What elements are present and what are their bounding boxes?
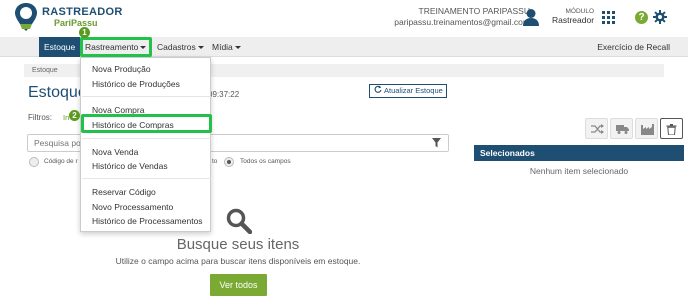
- nav-item-label: Mídia: [212, 42, 233, 52]
- highlight-rastreamento: [80, 37, 152, 57]
- menu-item-nova-producao[interactable]: Nova Produção: [81, 62, 212, 76]
- radio-label: to: [212, 158, 218, 165]
- brand-subtitle: PariPassu: [54, 18, 98, 28]
- step-badge-2: 2: [69, 110, 80, 121]
- shuffle-icon: [591, 124, 604, 134]
- empty-state-title: Busque seus itens: [176, 236, 300, 253]
- nav-item-label: Estoque: [44, 42, 76, 52]
- selected-empty-text: Nenhum item selecionado: [529, 166, 629, 176]
- filters-label: Filtros:: [28, 113, 52, 122]
- rastreamento-dropdown: Nova Produção Histórico de Produções Nov…: [80, 57, 211, 232]
- help-icon[interactable]: ?: [635, 11, 648, 24]
- menu-item-historico-producoes[interactable]: Histórico de Produções: [81, 77, 212, 91]
- user-name: TREINAMENTO PARIPASSU: [418, 6, 530, 16]
- module-value: Rastreador: [552, 15, 595, 25]
- transfer-button[interactable]: [585, 118, 608, 139]
- factory-icon: [641, 124, 654, 135]
- nav-item-recall[interactable]: Exercício de Recall: [597, 37, 670, 57]
- gear-icon[interactable]: [653, 10, 667, 24]
- nav-item-label: Cadastros: [157, 42, 196, 52]
- process-button[interactable]: [635, 118, 658, 139]
- caret-down-icon: [234, 46, 241, 50]
- refresh-icon: [374, 85, 382, 93]
- truck-icon: [616, 125, 629, 134]
- trash-icon: [666, 124, 677, 135]
- radio-product-code[interactable]: [29, 157, 39, 167]
- brand-name: RASTREADOR: [42, 6, 123, 18]
- ship-button[interactable]: [610, 118, 633, 139]
- user-info[interactable]: TREINAMENTO PARIPASSU paripassu.treiname…: [394, 6, 530, 28]
- page-title: Estoque: [28, 84, 87, 101]
- location-pin-icon: [15, 3, 37, 31]
- menu-divider: [82, 96, 211, 97]
- view-all-button[interactable]: Ver todos: [210, 274, 267, 296]
- menu-item-novo-processamento[interactable]: Novo Processamento: [81, 200, 212, 214]
- update-time: 09:37:22: [208, 90, 240, 99]
- caret-down-icon: [197, 46, 204, 50]
- menu-divider: [82, 138, 211, 139]
- radio-label: Todos os campos: [240, 158, 291, 165]
- app-header: RASTREADOR PariPassu TREINAMENTO PARIPAS…: [0, 0, 688, 37]
- module-selector[interactable]: MÓDULO Rastreador: [552, 7, 594, 25]
- menu-item-nova-venda[interactable]: Nova Venda: [81, 145, 212, 159]
- user-email: paripassu.treinamentos@gmail.com: [394, 17, 530, 27]
- user-icon[interactable]: [522, 8, 540, 26]
- delete-button[interactable]: [660, 118, 683, 139]
- nav-item-cadastros[interactable]: Cadastros: [152, 37, 209, 57]
- menu-item-historico-processamentos[interactable]: Histórico de Processamentos: [81, 214, 212, 228]
- menu-divider: [82, 178, 211, 179]
- selected-panel-header: Selecionados: [474, 145, 684, 161]
- nav-item-estoque[interactable]: Estoque: [39, 37, 81, 57]
- highlight-historico-compras: [81, 114, 212, 133]
- empty-state-description: Utilize o campo acima para buscar itens …: [115, 256, 361, 266]
- apps-grid-icon[interactable]: [602, 11, 615, 24]
- nav-item-midia[interactable]: Mídia: [207, 37, 246, 57]
- step-badge-1: 1: [79, 27, 90, 38]
- search-icon: [226, 208, 252, 234]
- radio-label: Código de r: [44, 158, 78, 165]
- radio-all-fields[interactable]: [224, 157, 234, 167]
- menu-item-reservar-codigo[interactable]: Reservar Código: [81, 185, 212, 199]
- filter-icon[interactable]: [432, 138, 441, 148]
- refresh-stock-label: Atualizar Estoque: [384, 86, 443, 95]
- refresh-stock-button[interactable]: Atualizar Estoque: [369, 84, 447, 98]
- menu-item-historico-vendas[interactable]: Histórico de Vendas: [81, 159, 212, 173]
